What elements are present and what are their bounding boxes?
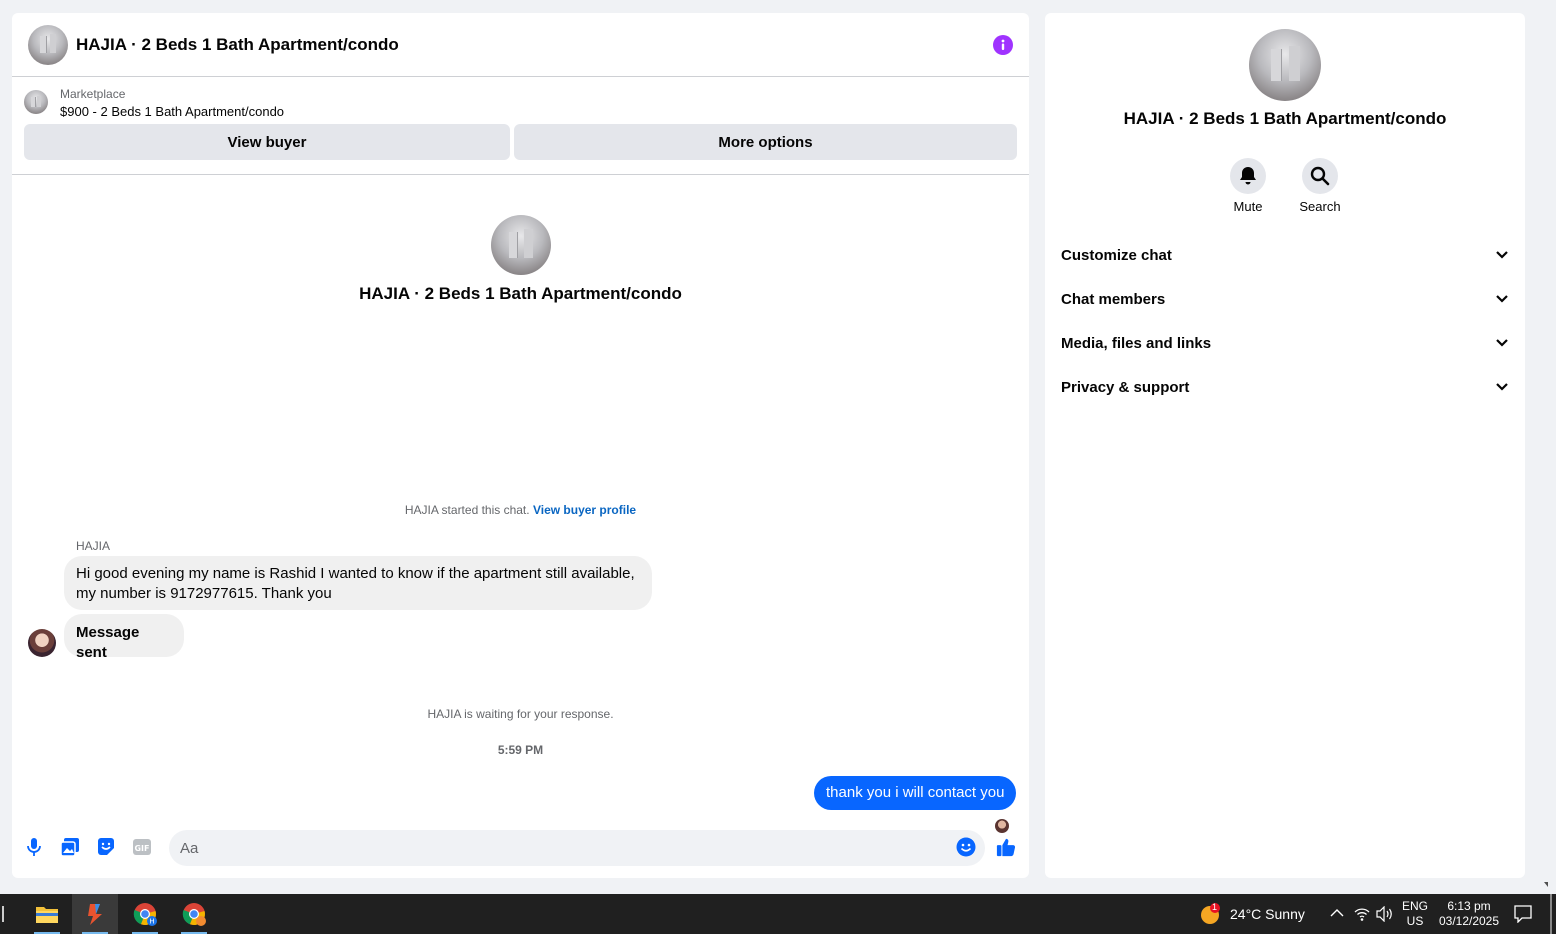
search-action[interactable]: Search (1290, 158, 1350, 214)
weather-badge: 1 (1212, 902, 1218, 912)
section-label: Privacy & support (1061, 378, 1190, 396)
clock[interactable]: 6:13 pm 03/12/2025 (1434, 899, 1504, 929)
taskbar-file-explorer[interactable] (24, 894, 70, 934)
keyboard-region: US (1406, 914, 1424, 928)
notification-icon[interactable] (1514, 905, 1532, 923)
taskbar-app-active[interactable] (72, 894, 118, 934)
incoming-message-line-2: my number is 9172977615. Thank you (76, 585, 332, 602)
search-label: Search (1299, 199, 1341, 214)
section-chat-members[interactable]: Chat members (1061, 277, 1509, 321)
search-icon[interactable] (1302, 158, 1338, 194)
svg-text:H: H (149, 918, 154, 926)
clock-time: 6:13 pm (1447, 899, 1491, 913)
section-media-files-links[interactable]: Media, files and links (1061, 321, 1509, 365)
conversation-intro: HAJIA · 2 Beds 1 Bath Apartment/condo (12, 215, 1029, 304)
bell-icon[interactable] (1230, 158, 1266, 194)
weather-text[interactable]: 24°C Sunny (1230, 906, 1305, 922)
chat-title[interactable]: HAJIA · 2 Beds 1 Bath Apartment/condo (76, 35, 399, 55)
listing-thumbnail[interactable] (24, 90, 48, 114)
intro-avatar (490, 215, 551, 275)
taskbar-edge (2, 906, 4, 922)
chevron-down-icon (1496, 251, 1508, 259)
incoming-message-bubble[interactable]: Hi good evening my name is Rashid I want… (64, 556, 652, 610)
message-composer: GIF (12, 827, 1029, 871)
info-icon[interactable] (993, 34, 1013, 55)
weather-icon[interactable]: 1 (1199, 902, 1221, 925)
chrome-icon (182, 903, 206, 926)
sender-name: HAJIA (76, 539, 111, 553)
listing-title[interactable]: $900 - 2 Beds 1 Bath Apartment/condo (60, 104, 284, 119)
chevron-down-icon (1496, 295, 1508, 303)
sticker-icon[interactable] (96, 837, 116, 857)
chat-header: HAJIA · 2 Beds 1 Bath Apartment/condo (12, 13, 1029, 77)
clock-date: 03/12/2025 (1438, 914, 1500, 928)
view-buyer-button[interactable]: View buyer (24, 124, 510, 160)
taskbar-chrome-profile-2[interactable] (171, 894, 217, 934)
message-timestamp: 5:59 PM (497, 743, 544, 757)
chrome-icon: H (133, 903, 157, 926)
taskbar-chrome-profile-1[interactable]: H (122, 894, 168, 934)
chevron-down-icon (1496, 339, 1508, 347)
marketplace-listing: Marketplace $900 - 2 Beds 1 Bath Apartme… (12, 77, 1029, 175)
section-label: Media, files and links (1061, 334, 1212, 352)
chevron-down-icon (1496, 383, 1508, 391)
like-icon[interactable] (996, 837, 1016, 857)
mute-label: Mute (1233, 199, 1263, 214)
show-desktop-button[interactable] (1550, 894, 1552, 934)
chevron-up-icon[interactable] (1330, 908, 1344, 918)
more-options-button[interactable]: More options (514, 124, 1017, 160)
chat-started-notice: HAJIA started this chat. View buyer prof… (12, 503, 1029, 517)
chat-started-text: HAJIA started this chat. (404, 503, 530, 517)
gif-icon[interactable]: GIF (132, 837, 152, 857)
chat-info-panel: HAJIA · 2 Beds 1 Bath Apartment/condo Mu… (1045, 13, 1525, 878)
scrollbar-track[interactable] (1548, 0, 1556, 894)
intro-name: HAJIA · 2 Beds 1 Bath Apartment/condo (359, 284, 682, 303)
incoming-message-line-1: Hi good evening my name is Rashid I want… (76, 565, 635, 582)
folder-icon (36, 907, 58, 923)
emoji-icon[interactable] (956, 837, 976, 857)
section-customize-chat[interactable]: Customize chat (1061, 233, 1509, 277)
svg-text:GIF: GIF (134, 844, 149, 853)
language-code: ENG (1401, 899, 1428, 913)
section-label: Chat members (1061, 290, 1166, 308)
language-indicator[interactable]: ENG US (1400, 899, 1430, 929)
info-avatar (1249, 29, 1321, 101)
chat-panel: HAJIA · 2 Beds 1 Bath Apartment/condo Ma… (12, 13, 1029, 878)
section-privacy-support[interactable]: Privacy & support (1061, 365, 1509, 409)
mute-action[interactable]: Mute (1218, 158, 1278, 214)
message-sent-bubble[interactable]: Message sent (64, 614, 184, 661)
sender-avatar[interactable] (28, 629, 56, 657)
listing-source: Marketplace (60, 87, 126, 101)
message-input[interactable] (169, 830, 985, 866)
network-icon[interactable] (1354, 906, 1370, 922)
info-name: HAJIA · 2 Beds 1 Bath Apartment/condo (1123, 109, 1447, 128)
windows-taskbar: H 1 24°C Sunny ENG US 6:13 pm 03/12/2025 (0, 894, 1556, 934)
waiting-notice: HAJIA is waiting for your response. (427, 707, 614, 721)
chat-avatar[interactable] (28, 24, 68, 65)
section-label: Customize chat (1061, 246, 1172, 264)
photo-icon[interactable] (60, 837, 80, 857)
outgoing-message-bubble[interactable]: thank you i will contact you (814, 776, 1017, 810)
view-buyer-profile-link[interactable]: View buyer profile (533, 503, 636, 517)
app-icon (88, 904, 102, 925)
volume-icon[interactable] (1376, 906, 1394, 922)
microphone-icon[interactable] (24, 837, 44, 857)
